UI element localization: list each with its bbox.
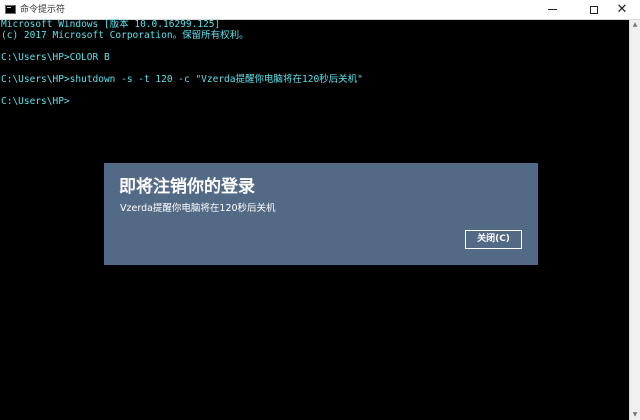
dialog-close-button[interactable]: 关闭(C)	[465, 230, 522, 249]
console-line: Microsoft Windows [版本 10.0.16299.125]	[1, 19, 221, 30]
close-icon: ✕	[616, 2, 628, 17]
maximize-icon	[590, 5, 598, 14]
minimize-button[interactable]	[536, 0, 568, 19]
window-title: 命令提示符	[20, 5, 66, 15]
console-line: C:\Users\HP>COLOR B	[1, 52, 110, 63]
scroll-up-arrow-icon[interactable]: ▲	[630, 20, 640, 30]
vertical-scrollbar[interactable]: ▲ ▼	[629, 20, 640, 420]
minimize-icon	[547, 9, 557, 10]
console-line: C:\Users\HP>shutdown -s -t 120 -c "Vzerd…	[1, 74, 363, 85]
dialog-message: Vzerda提醒你电脑将在120秒后关机	[120, 203, 276, 214]
close-window-button[interactable]: ✕	[606, 0, 638, 19]
console-prompt-line: C:\Users\HP>	[1, 96, 70, 107]
title-bar[interactable]: 命令提示符 ✕	[0, 0, 640, 20]
sign-out-warning-dialog: 即将注销你的登录 Vzerda提醒你电脑将在120秒后关机 关闭(C)	[104, 163, 538, 265]
scroll-down-arrow-icon[interactable]: ▼	[630, 410, 640, 420]
dialog-title: 即将注销你的登录	[119, 177, 255, 197]
command-prompt-window: 命令提示符 ✕ Microsoft Windows [版本 10.0.16299…	[0, 0, 640, 420]
console-app-icon	[5, 5, 16, 14]
console-line: (c) 2017 Microsoft Corporation。保留所有权利。	[1, 30, 249, 41]
